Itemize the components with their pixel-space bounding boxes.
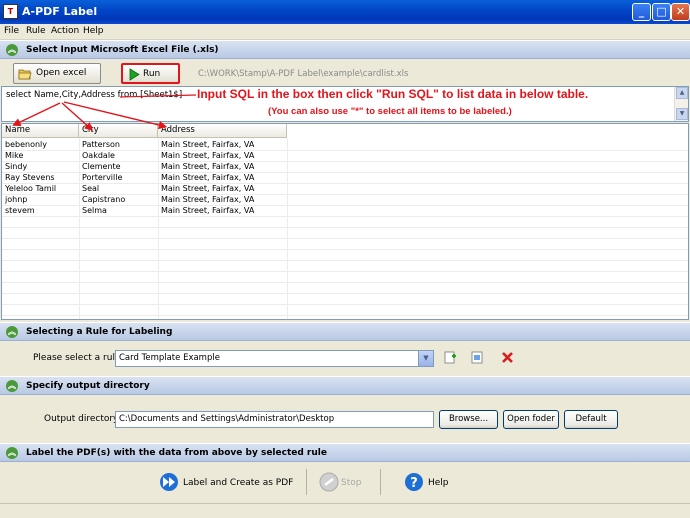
help-label: Help [428,478,449,488]
table-cell-city[interactable]: Selma [79,205,158,216]
sql-query-text: select Name,City,Address from [Sheet1$] [6,90,183,100]
table-cell-name[interactable]: bebenonly [2,139,79,150]
section-header-label[interactable]: ︽ Label the PDF(s) with the data from ab… [0,443,690,462]
sql-scrollbar[interactable]: ▲ ▼ [674,87,688,121]
default-button[interactable]: Default [564,410,618,429]
table-cell-city[interactable]: Seal [79,183,158,194]
table-cell-name[interactable]: johnp [2,194,79,205]
play-icon [129,68,140,81]
label-create-button[interactable]: Label and Create as PDF [159,472,299,494]
excel-file-path: C:\WORK\Stamp\A-PDF Label\example\cardli… [198,69,409,79]
menu-rule[interactable]: Rule [26,26,46,36]
stop-icon [319,472,339,492]
table-cell-city[interactable]: Clemente [79,161,158,172]
minimize-button[interactable]: _ [632,3,651,21]
toolbar-divider [306,469,307,495]
rule-select[interactable]: Card Template Example ▼ [115,350,434,367]
section-title: Select Input Microsoft Excel File (.xls) [26,45,219,55]
table-cell-name[interactable]: Mike [2,150,79,161]
scroll-up-icon[interactable]: ▲ [676,87,688,99]
table-cell-city[interactable]: Capistrano [79,194,158,205]
title-bar: T A-PDF Label _ □ ✕ [0,0,690,24]
section-title: Specify output directory [26,381,150,391]
column-header-city[interactable]: City [79,124,158,138]
output-dir-input[interactable]: C:\Documents and Settings\Administrator\… [115,411,434,428]
excel-toolbar: Open excel file Run SQL C:\WORK\Stamp\A-… [0,61,690,98]
rule-select-label: Please select a rule: [33,353,124,363]
edit-rule-icon[interactable] [471,351,484,364]
menu-file[interactable]: File [4,26,19,36]
open-folder-icon [18,69,32,80]
table-cell-name[interactable]: Sindy [2,161,79,172]
help-button[interactable]: ? Help [404,472,449,494]
menu-action[interactable]: Action [51,26,79,36]
table-cell-name[interactable]: Ray Stevens [2,172,79,183]
column-header-name[interactable]: Name [2,124,79,138]
stop-label: Stop [341,478,362,488]
row-gridline [2,238,688,239]
section-title: Selecting a Rule for Labeling [26,327,173,337]
svg-text:?: ? [410,476,418,491]
open-folder-button[interactable]: Open foder [503,410,559,429]
add-rule-icon[interactable] [444,351,457,364]
annotation-instruction: Input SQL in the box then click "Run SQL… [197,87,589,101]
table-cell-address[interactable]: Main Street, Fairfax, VA [158,205,287,216]
close-button[interactable]: ✕ [671,3,690,21]
table-cell-address[interactable]: Main Street, Fairfax, VA [158,139,287,150]
row-gridline [2,282,688,283]
window-title: A-PDF Label [22,5,98,18]
row-gridline [2,216,688,217]
output-dir-value: C:\Documents and Settings\Administrator\… [119,414,335,424]
row-gridline [2,260,688,261]
row-gridline [2,271,688,272]
label-create-label: Label and Create as PDF [183,478,294,488]
row-gridline [2,227,688,228]
collapse-chevron-icon[interactable]: ︽ [6,447,18,459]
chevron-down-icon[interactable]: ▼ [418,351,433,366]
scroll-down-icon[interactable]: ▼ [676,108,688,120]
run-sql-button[interactable]: Run SQL [121,63,180,98]
table-cell-city[interactable]: Porterville [79,172,158,183]
column-gridline [287,138,288,319]
stop-button[interactable]: Stop [319,472,364,494]
section-title: Label the PDF(s) with the data from abov… [26,448,327,458]
column-header-address[interactable]: Address [158,124,287,138]
row-gridline [2,315,688,316]
table-cell-address[interactable]: Main Street, Fairfax, VA [158,194,287,205]
maximize-button[interactable]: □ [652,3,671,21]
table-cell-city[interactable]: Patterson [79,139,158,150]
menu-bar: File Rule Action Help [0,24,690,40]
table-cell-address[interactable]: Main Street, Fairfax, VA [158,161,287,172]
menu-help[interactable]: Help [83,26,104,36]
collapse-chevron-icon[interactable]: ︽ [6,380,18,392]
table-cell-name[interactable]: Yeleloo Tamil [2,183,79,194]
section-header-rule[interactable]: ︽ Selecting a Rule for Labeling [0,322,690,341]
row-gridline [2,293,688,294]
collapse-chevron-icon[interactable]: ︽ [6,44,18,56]
data-table[interactable]: Name City Address bebenonly Patterson Main… [1,123,689,320]
table-cell-address[interactable]: Main Street, Fairfax, VA [158,172,287,183]
open-excel-button[interactable]: Open excel file [13,63,101,97]
fast-forward-icon [160,473,178,491]
toolbar-divider [380,469,381,495]
rule-row: Please select a rule: Card Template Exam… [0,345,690,373]
output-dir-label: Output directory: [44,414,121,424]
annotation-note: (You can also use "*" to select all item… [268,106,512,117]
section-header-excel[interactable]: ︽ Select Input Microsoft Excel File (.xl… [0,40,690,59]
rule-selected-value: Card Template Example [119,353,220,363]
collapse-chevron-icon[interactable]: ︽ [6,326,18,338]
status-bar [0,503,690,518]
delete-rule-icon[interactable] [501,351,514,364]
browse-button[interactable]: Browse... [439,410,498,429]
row-gridline [2,304,688,305]
table-cell-name[interactable]: stevem [2,205,79,216]
row-gridline [2,249,688,250]
section-header-output[interactable]: ︽ Specify output directory [0,376,690,395]
app-icon: T [3,4,18,19]
table-cell-city[interactable]: Oakdale [79,150,158,161]
table-cell-address[interactable]: Main Street, Fairfax, VA [158,150,287,161]
table-cell-address[interactable]: Main Street, Fairfax, VA [158,183,287,194]
help-icon: ? [405,473,423,491]
